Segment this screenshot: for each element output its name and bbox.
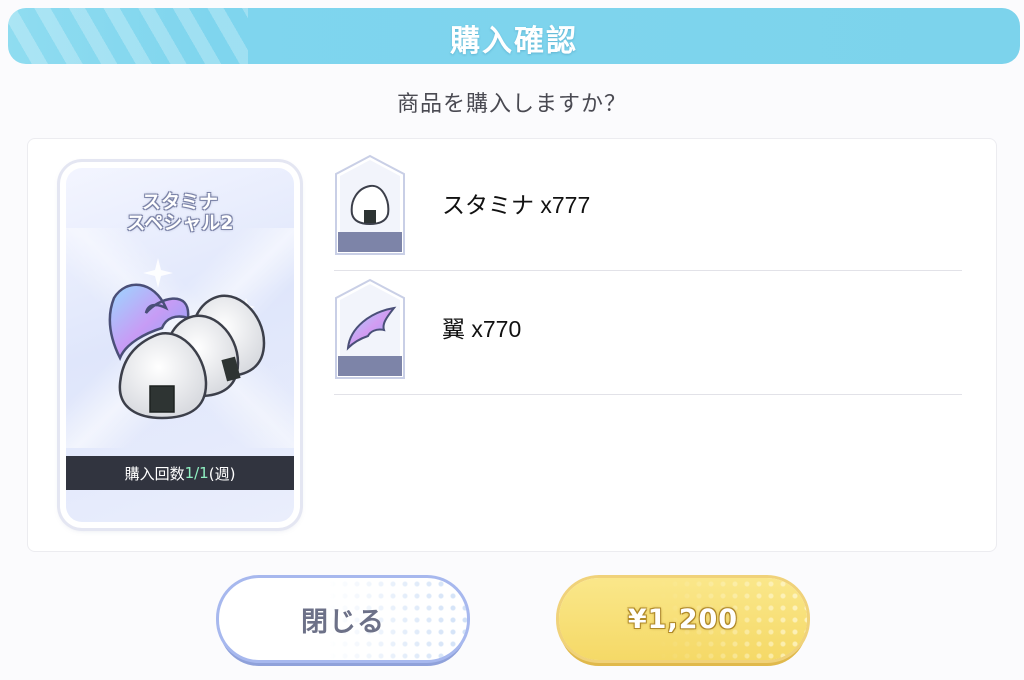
purchase-limit-period: (週) xyxy=(208,464,236,483)
buy-button-price: ¥1,200 xyxy=(627,603,739,635)
rice-ball-icon xyxy=(335,154,405,255)
rice-balls-and-wing-icon xyxy=(108,258,266,420)
buy-button[interactable]: ¥1,200 xyxy=(559,578,807,660)
purchase-limit-count: 1/1 xyxy=(184,464,209,482)
product-name-line1: スタミナ xyxy=(141,191,218,213)
confirm-question: 商品を購入しますか？ xyxy=(396,92,627,117)
dialog-title-bar: 購入確認 xyxy=(8,8,1020,64)
content-label-stamina: スタミナ x777 xyxy=(442,192,591,218)
product-name: スタミナ スペシャル2 xyxy=(66,192,294,234)
wing-icon xyxy=(335,278,405,379)
content-row-wing: 翼 x770 xyxy=(334,270,962,395)
close-button-label: 閉じる xyxy=(301,606,385,638)
purchase-limit-bar: 購入回数 1/1 (週) xyxy=(66,456,294,490)
product-card: スタミナ スペシャル2 購入回数 1/1 (週) xyxy=(60,162,300,528)
product-name-line2: スペシャル2 xyxy=(126,212,234,234)
content-row-stamina: スタミナ x777 xyxy=(334,146,962,271)
purchase-confirm-dialog: 購入確認 商品を購入しますか？ スタミナ スペシャル2 購入回数 1/1 (週)… xyxy=(0,0,1024,680)
product-card-background: スタミナ スペシャル2 購入回数 1/1 (週) xyxy=(66,168,294,522)
content-label-wing: 翼 x770 xyxy=(442,316,522,342)
purchase-limit-label: 購入回数 xyxy=(124,464,185,483)
dialog-title: 購入確認 xyxy=(450,24,578,59)
close-button[interactable]: 閉じる xyxy=(219,578,467,660)
